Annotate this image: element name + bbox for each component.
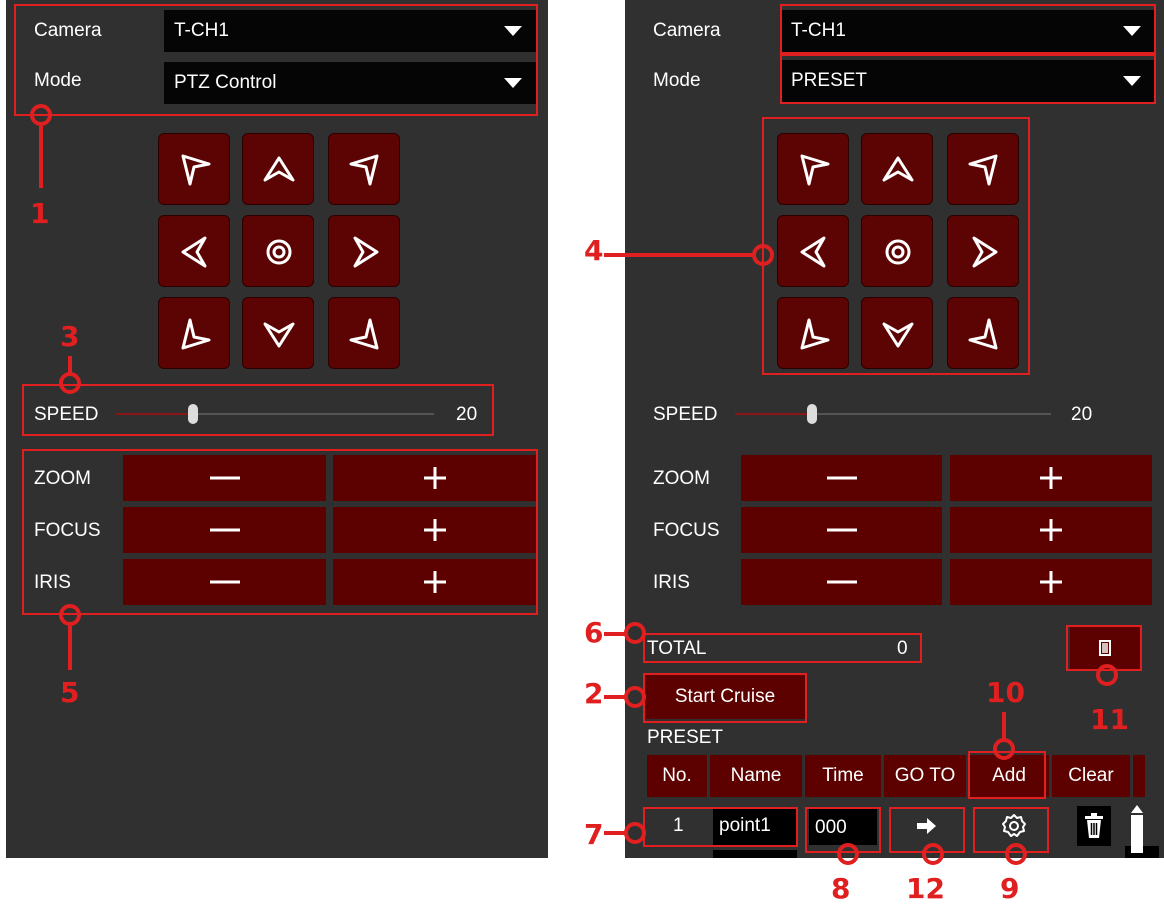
callout-number-11: 11 xyxy=(1090,703,1129,736)
callout-line-5 xyxy=(68,626,72,670)
callout-number-4: 4 xyxy=(584,234,604,267)
callout-box-4 xyxy=(762,117,1030,375)
arrow-down-left-icon xyxy=(181,318,211,350)
callout-number-1: 1 xyxy=(30,197,50,230)
speed-slider-knob[interactable] xyxy=(807,404,817,424)
iris-open-button[interactable] xyxy=(950,559,1152,605)
callout-dot-12 xyxy=(922,843,944,865)
minus-icon xyxy=(826,476,857,480)
col-header-goto: GO TO xyxy=(884,755,966,797)
callout-number-9: 9 xyxy=(1000,872,1020,905)
callout-box-3 xyxy=(22,384,494,436)
camera-label: Camera xyxy=(653,20,721,41)
focus-label: FOCUS xyxy=(653,520,720,541)
callout-dot-11 xyxy=(1096,664,1118,686)
callout-number-7: 7 xyxy=(584,818,604,851)
callout-line-1 xyxy=(39,126,43,188)
col-header-no: No. xyxy=(647,755,707,797)
plus-icon xyxy=(1040,519,1062,541)
focus-near-button[interactable] xyxy=(741,507,942,553)
pan-left-button[interactable] xyxy=(158,215,230,287)
plus-icon xyxy=(1040,571,1062,593)
zoom-out-button[interactable] xyxy=(741,455,942,501)
clear-button[interactable]: Clear xyxy=(1052,755,1130,797)
pan-up-left-button[interactable] xyxy=(158,133,230,205)
preset-heading: PRESET xyxy=(647,727,724,748)
trash-icon xyxy=(1085,813,1103,838)
pan-right-button[interactable] xyxy=(328,215,400,287)
scroll-thumb-icon xyxy=(1131,805,1143,853)
callout-box-5 xyxy=(22,449,538,615)
callout-number-2: 2 xyxy=(584,677,604,710)
callout-line-7 xyxy=(604,831,626,835)
callout-box-2 xyxy=(643,673,807,723)
minus-icon xyxy=(826,580,857,584)
col-header-name: Name xyxy=(710,755,802,797)
arrow-down-right-icon xyxy=(349,318,379,350)
mode-label: Mode xyxy=(653,70,701,91)
callout-highlight-mode xyxy=(780,54,1156,104)
callout-line-4 xyxy=(604,253,752,257)
iris-label: IRIS xyxy=(653,572,690,593)
target-icon xyxy=(266,239,292,265)
callout-dot-8 xyxy=(837,843,859,865)
zoom-label: ZOOM xyxy=(653,468,710,489)
minus-icon xyxy=(826,528,857,532)
callout-dot-1 xyxy=(30,104,52,126)
iris-close-button[interactable] xyxy=(741,559,942,605)
next-row-name-placeholder xyxy=(713,850,797,858)
plus-icon xyxy=(1040,467,1062,489)
pan-down-button[interactable] xyxy=(242,297,314,369)
callout-dot-9 xyxy=(1005,843,1027,865)
pan-down-left-button[interactable] xyxy=(158,297,230,369)
callout-number-10: 10 xyxy=(986,676,1025,709)
callout-highlight-camera xyxy=(780,4,1156,54)
arrow-up-left-icon xyxy=(181,154,211,186)
ptz-center-button[interactable] xyxy=(242,215,314,287)
pan-up-right-button[interactable] xyxy=(328,133,400,205)
callout-dot-5 xyxy=(59,604,81,626)
arrow-left-icon xyxy=(181,236,207,268)
arrow-right-icon xyxy=(353,236,379,268)
zoom-in-button[interactable] xyxy=(950,455,1152,501)
callout-line-2 xyxy=(604,695,626,699)
focus-far-button[interactable] xyxy=(950,507,1152,553)
callout-number-5: 5 xyxy=(60,676,80,709)
callout-box-1 xyxy=(14,4,538,116)
callout-box-7 xyxy=(643,807,798,847)
callout-line-6 xyxy=(604,632,626,636)
scrollbar[interactable] xyxy=(1130,805,1144,853)
speed-slider-fill xyxy=(735,413,811,415)
speed-label: SPEED xyxy=(653,404,718,425)
callout-number-12: 12 xyxy=(906,872,945,905)
arrow-up-right-icon xyxy=(349,154,379,186)
callout-box-10 xyxy=(968,751,1046,799)
col-header-time: Time xyxy=(805,755,881,797)
callout-number-3: 3 xyxy=(60,320,80,353)
callout-number-8: 8 xyxy=(831,872,851,905)
callout-number-6: 6 xyxy=(584,616,604,649)
pan-up-button[interactable] xyxy=(242,133,314,205)
delete-preset-button[interactable] xyxy=(1077,806,1111,846)
callout-box-6 xyxy=(643,633,922,663)
pan-down-right-button[interactable] xyxy=(328,297,400,369)
speed-value: 20 xyxy=(1071,404,1093,425)
table-header-end xyxy=(1133,755,1145,797)
arrow-down-icon xyxy=(263,322,295,348)
arrow-up-icon xyxy=(263,156,295,182)
